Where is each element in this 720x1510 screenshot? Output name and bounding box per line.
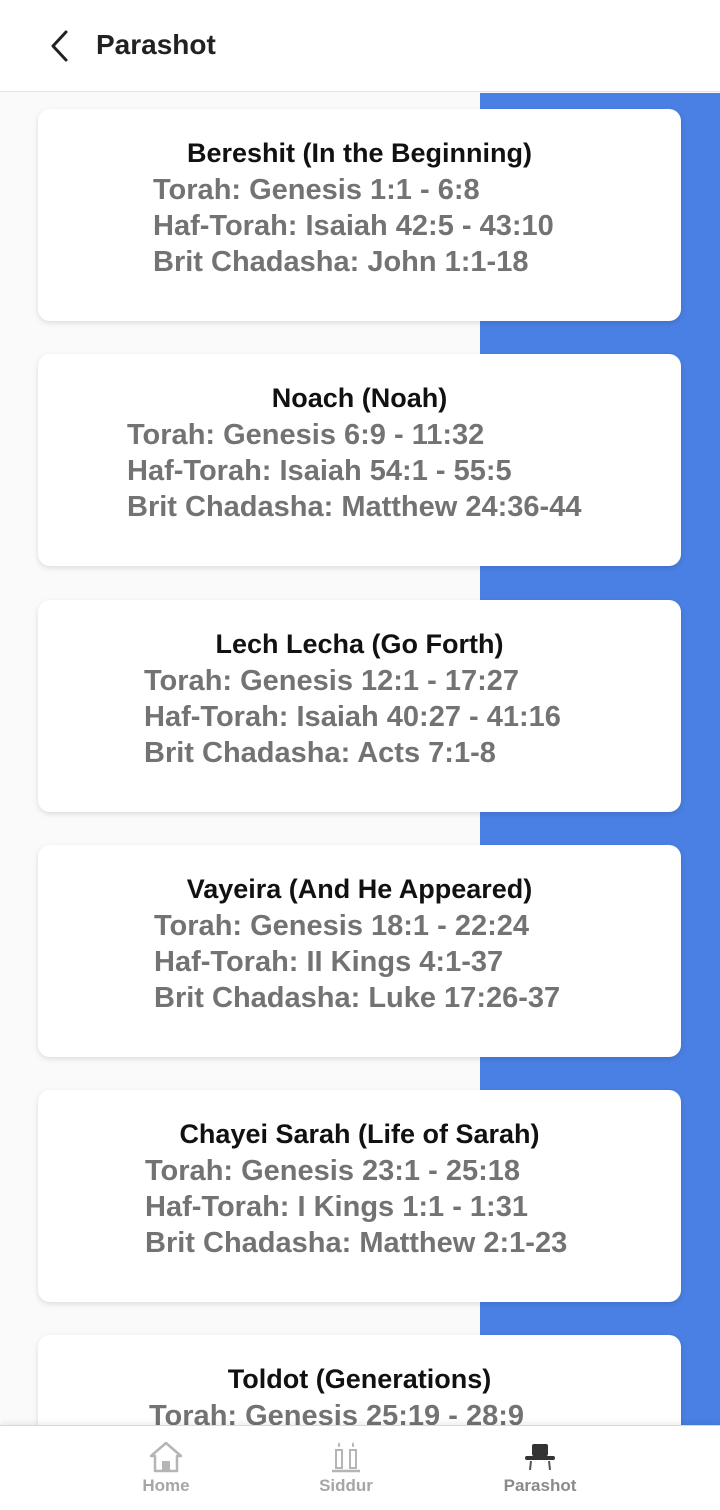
brit-chadasha-reading: Brit Chadasha: Matthew 2:1-23 [145,1227,568,1259]
parasha-card-toldot[interactable]: Toldot (Generations) Torah: Genesis 25:1… [38,1335,681,1425]
torah-reading: Torah: Genesis 25:19 - 28:9 [149,1400,525,1425]
parasha-title: Lech Lecha (Go Forth) [215,629,504,659]
page-title: Parashot [96,29,216,60]
nav-home-label: Home [142,1476,190,1495]
brit-chadasha-reading: Brit Chadasha: Matthew 24:36-44 [127,491,582,523]
torah-reading: Torah: Genesis 23:1 - 25:18 [145,1155,521,1187]
nav-parashot-label: Parashot [503,1476,577,1495]
nav-parashot[interactable]: Parashot [450,1426,630,1510]
torah-reading: Torah: Genesis 12:1 - 17:27 [144,665,520,697]
brit-chadasha-reading: Brit Chadasha: Acts 7:1-8 [144,737,496,769]
haftorah-reading: Haf-Torah: Isaiah 40:27 - 41:16 [144,701,561,733]
haftorah-reading: Haf-Torah: II Kings 4:1-37 [154,946,504,978]
candles-icon [332,1442,360,1473]
back-button[interactable] [38,24,82,68]
parashot-screen: Parashot Bereshit (In the Beginning) Tor… [0,0,720,1510]
haftorah-reading: Haf-Torah: Isaiah 54:1 - 55:5 [127,455,512,487]
nav-siddur[interactable]: Siddur [256,1426,436,1510]
parasha-card-chayei-sarah[interactable]: Chayei Sarah (Life of Sarah) Torah: Gene… [38,1090,681,1302]
hat-icon [525,1444,555,1471]
brit-chadasha-reading: Brit Chadasha: John 1:1-18 [153,246,529,278]
parasha-title: Noach (Noah) [271,383,448,413]
parasha-card-bereshit[interactable]: Bereshit (In the Beginning) Torah: Genes… [38,109,681,321]
torah-reading: Torah: Genesis 1:1 - 6:8 [153,174,480,206]
haftorah-reading: Haf-Torah: I Kings 1:1 - 1:31 [145,1191,528,1223]
chevron-left-icon [51,30,68,62]
haftorah-reading: Haf-Torah: Isaiah 42:5 - 43:10 [153,210,554,242]
parasha-title: Chayei Sarah (Life of Sarah) [179,1119,540,1149]
parashot-list[interactable]: Bereshit (In the Beginning) Torah: Genes… [0,93,720,1425]
parasha-card-vayeira[interactable]: Vayeira (And He Appeared) Torah: Genesis… [38,845,681,1057]
torah-reading: Torah: Genesis 6:9 - 11:32 [127,419,485,451]
nav-home[interactable]: Home [76,1426,256,1510]
parasha-title: Vayeira (And He Appeared) [186,874,533,904]
nav-siddur-label: Siddur [319,1476,373,1495]
parasha-title: Bereshit (In the Beginning) [186,138,532,168]
torah-reading: Torah: Genesis 18:1 - 22:24 [154,910,530,942]
parasha-card-noach[interactable]: Noach (Noah) Torah: Genesis 6:9 - 11:32 … [38,354,681,566]
app-header: Parashot [0,0,720,92]
brit-chadasha-reading: Brit Chadasha: Luke 17:26-37 [154,982,561,1014]
parasha-card-lech-lecha[interactable]: Lech Lecha (Go Forth) Torah: Genesis 12:… [38,600,681,812]
bottom-nav: Home Siddur Parashot [0,1425,720,1510]
parasha-title: Toldot (Generations) [227,1364,492,1394]
home-icon [149,1441,183,1473]
